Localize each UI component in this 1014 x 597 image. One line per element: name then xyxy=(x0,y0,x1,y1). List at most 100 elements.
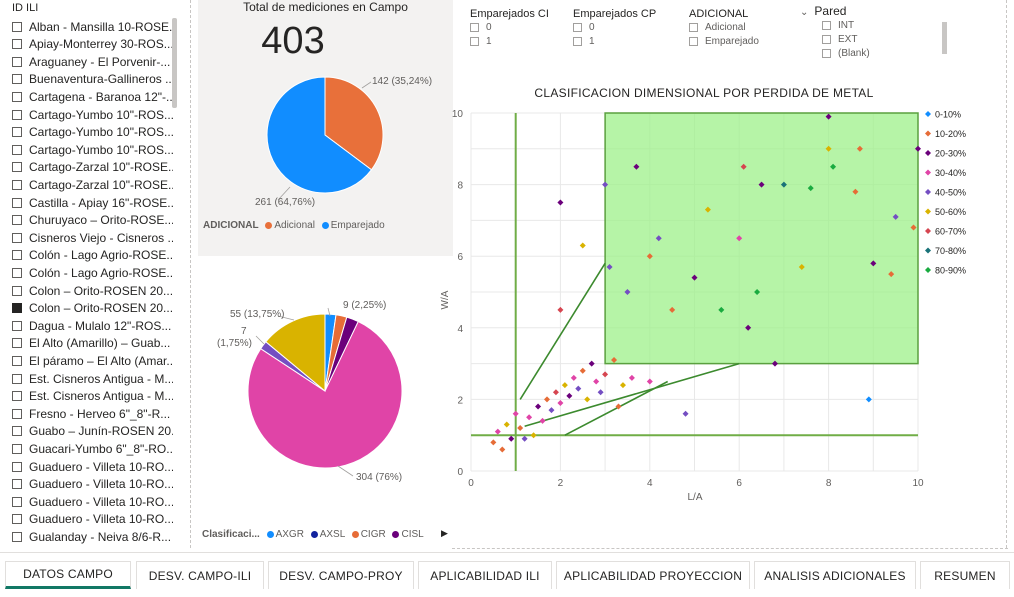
data-point[interactable] xyxy=(512,410,519,417)
checkbox[interactable] xyxy=(822,34,831,44)
checkbox[interactable] xyxy=(12,531,22,542)
legend-item[interactable]: 60-70% xyxy=(935,227,966,237)
filter-title[interactable]: ⌄ Pared xyxy=(800,4,950,18)
checkbox[interactable] xyxy=(12,285,22,296)
legend-item[interactable]: 70-80% xyxy=(935,246,966,256)
tab-datos-campo[interactable]: DATOS CAMPO xyxy=(5,561,131,589)
filter-option[interactable]: 1 xyxy=(470,34,549,48)
checkbox[interactable] xyxy=(12,408,22,419)
slicer-item[interactable]: Cartago-Yumbo 10"-ROS... xyxy=(12,141,173,158)
checkbox[interactable] xyxy=(12,338,22,349)
data-point[interactable] xyxy=(499,446,506,453)
checkbox[interactable] xyxy=(12,197,22,208)
checkbox[interactable] xyxy=(12,514,22,525)
pie-clasificacion[interactable] xyxy=(198,290,453,530)
data-point[interactable] xyxy=(521,435,528,442)
slicer-item[interactable]: El páramo – El Alto (Amar... xyxy=(12,352,173,369)
tab-resumen[interactable]: RESUMEN xyxy=(920,561,1010,589)
checkbox[interactable] xyxy=(12,267,22,278)
checkbox[interactable] xyxy=(689,36,698,46)
tab-desv-campo-ili[interactable]: DESV. CAMPO-ILI xyxy=(136,561,264,589)
slicer-item[interactable]: El Alto (Amarillo) – Guab... xyxy=(12,335,173,352)
checkbox[interactable] xyxy=(12,39,22,50)
checkbox[interactable] xyxy=(12,250,22,261)
checkbox[interactable] xyxy=(689,22,698,32)
data-point[interactable] xyxy=(561,382,568,389)
slicer-item[interactable]: Colon – Orito-ROSEN 20... xyxy=(12,300,173,317)
slicer-item[interactable]: Araguaney - El Porvenir-... xyxy=(12,53,173,70)
slicer-scrollbar[interactable] xyxy=(172,18,177,108)
slicer-item[interactable]: Colón - Lago Agrio-ROSE... xyxy=(12,247,173,264)
data-point[interactable] xyxy=(865,396,872,403)
data-point[interactable] xyxy=(570,374,577,381)
slicer-item[interactable]: Buenaventura-Gallineros ... xyxy=(12,71,173,88)
data-point[interactable] xyxy=(517,425,524,432)
checkbox[interactable] xyxy=(12,144,22,155)
slicer-item[interactable]: Cartago-Zarzal 10"-ROSE... xyxy=(12,176,173,193)
data-point[interactable] xyxy=(628,374,635,381)
slicer-item[interactable]: Alban - Mansilla 10-ROSE... xyxy=(12,18,173,35)
checkbox[interactable] xyxy=(470,22,479,32)
legend-item[interactable]: 80-90% xyxy=(935,266,966,276)
data-point[interactable] xyxy=(552,389,559,396)
checkbox[interactable] xyxy=(12,232,22,243)
checkbox[interactable] xyxy=(12,496,22,507)
data-point[interactable] xyxy=(494,428,501,435)
slicer-item[interactable]: Guaduero - Villeta 10-RO... xyxy=(12,476,173,493)
checkbox[interactable] xyxy=(12,391,22,402)
slicer-item[interactable]: Cisneros Viejo - Cisneros ... xyxy=(12,229,173,246)
scatter-chart[interactable]: 0 2 4 6 8 10 0 2 4 6 8 10 0-10% 10-20% 20-30% 30-40% 40… xyxy=(440,100,1006,510)
checkbox[interactable] xyxy=(12,373,22,384)
filter-option[interactable]: (Blank) xyxy=(822,46,950,60)
checkbox[interactable] xyxy=(573,22,582,32)
legend-item[interactable]: 30-40% xyxy=(935,168,966,178)
data-point[interactable] xyxy=(530,432,537,439)
data-point[interactable] xyxy=(575,385,582,392)
chevron-down-icon[interactable]: ⌄ xyxy=(800,7,808,18)
filter-option[interactable]: 1 xyxy=(573,34,656,48)
checkbox[interactable] xyxy=(12,91,22,102)
checkbox[interactable] xyxy=(12,109,22,120)
slicer-item[interactable]: Colón - Lago Agrio-ROSE... xyxy=(12,264,173,281)
data-point[interactable] xyxy=(579,242,586,249)
tab-desv-campo-proy[interactable]: DESV. CAMPO-PROY xyxy=(268,561,414,589)
slicer-item[interactable]: Colon – Orito-ROSEN 20... xyxy=(12,282,173,299)
slicer-item[interactable]: Est. Cisneros Antigua - M... xyxy=(12,370,173,387)
slicer-item[interactable]: Churuyaco – Orito-ROSE... xyxy=(12,212,173,229)
checkbox[interactable] xyxy=(12,426,22,437)
checkbox[interactable] xyxy=(470,36,479,46)
slicer-item[interactable]: Guaduero - Villeta 10-RO... xyxy=(12,511,173,528)
filter-option[interactable]: Adicional xyxy=(689,20,759,34)
data-point[interactable] xyxy=(579,367,586,374)
pared-scrollbar[interactable] xyxy=(942,22,947,54)
slicer-item[interactable]: Cartago-Zarzal 10"-ROSE... xyxy=(12,159,173,176)
tab-analisis-adicionales[interactable]: ANALISIS ADICIONALES xyxy=(754,561,916,589)
filter-option[interactable]: 0 xyxy=(573,20,656,34)
data-point[interactable] xyxy=(682,410,689,417)
checkbox[interactable] xyxy=(573,36,582,46)
checkbox[interactable] xyxy=(12,443,22,454)
legend-item[interactable]: 0-10% xyxy=(935,110,961,120)
data-point[interactable] xyxy=(584,396,591,403)
checkbox[interactable] xyxy=(12,56,22,67)
checkbox[interactable] xyxy=(12,355,22,366)
slicer-item[interactable]: Fresno - Herveo 6"_8"-R... xyxy=(12,405,173,422)
legend-item[interactable]: 10-20% xyxy=(935,129,966,139)
data-point[interactable] xyxy=(557,199,564,206)
data-point[interactable] xyxy=(619,382,626,389)
filter-option[interactable]: 0 xyxy=(470,20,549,34)
checkbox[interactable] xyxy=(12,74,22,85)
checkbox[interactable] xyxy=(12,303,22,314)
data-point[interactable] xyxy=(557,306,564,313)
legend-item[interactable]: 40-50% xyxy=(935,188,966,198)
data-point[interactable] xyxy=(597,389,604,396)
data-point[interactable] xyxy=(646,378,653,385)
data-point[interactable] xyxy=(535,403,542,410)
checkbox[interactable] xyxy=(12,320,22,331)
data-point[interactable] xyxy=(602,371,609,378)
checkbox[interactable] xyxy=(12,461,22,472)
slicer-item[interactable]: Cartago-Yumbo 10"-ROS... xyxy=(12,124,173,141)
checkbox[interactable] xyxy=(822,48,831,58)
checkbox[interactable] xyxy=(12,479,22,490)
filter-option[interactable]: EXT xyxy=(822,32,950,46)
